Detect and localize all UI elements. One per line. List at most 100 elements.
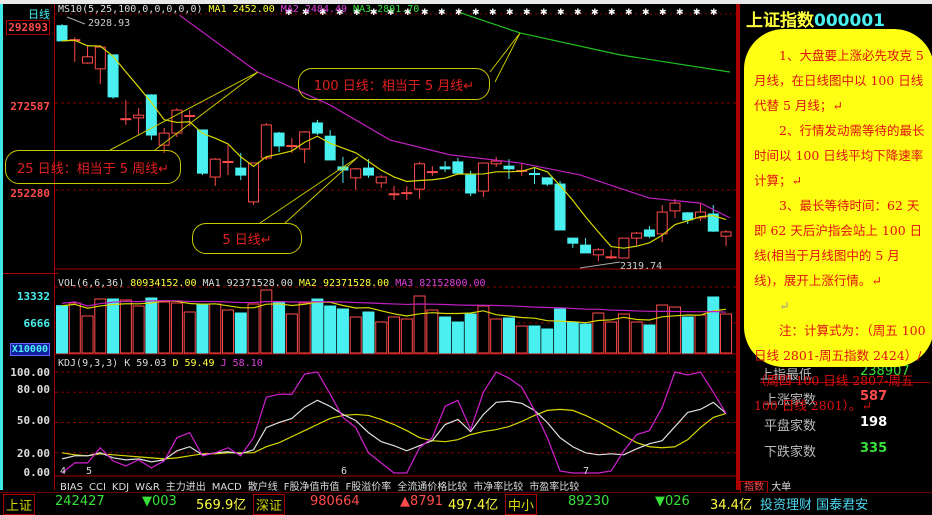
left-axis: 日线 292893 272587 252280 13332 6666 X1000… (0, 4, 58, 490)
kdj-tick: 100.00 (10, 366, 50, 379)
volume-bar-up (68, 302, 81, 354)
volume-bar-up (119, 299, 132, 354)
volume-bar-down (643, 324, 656, 354)
candle-down (324, 135, 336, 161)
volume-bar-up (81, 315, 94, 354)
candle-up (669, 202, 681, 212)
ma2-value: MA2 2484.49 (280, 4, 348, 15)
candle-up (490, 160, 502, 165)
volume-bar-down (196, 303, 209, 354)
candle-down (439, 166, 451, 170)
vol-name: VOL(6,6,36) (58, 278, 125, 289)
vol-unit-label: X10000 (9, 343, 50, 356)
volume-bar-up (477, 305, 490, 354)
header-dot: ✱ (608, 8, 616, 18)
volume-bar-down (311, 298, 324, 354)
header-dot: ✱ (693, 8, 701, 18)
volume-bar-up (222, 309, 235, 354)
volume-bar-down (324, 305, 337, 354)
volume-bar-up (656, 304, 669, 354)
candle-up (477, 162, 489, 192)
price-tick: 252280 (10, 187, 50, 200)
ma3-value: MA3 2801.70 (353, 4, 420, 15)
volume-bar-up (375, 321, 388, 354)
volume-bar-down (566, 321, 579, 354)
vol-value: 80934152.00 (130, 278, 197, 289)
sh-change: ▼003 (142, 494, 177, 509)
header-dot: ✱ (540, 8, 548, 18)
ma-header: MS10(5,25,100,0,0,0,0,0) MA1 2452.00 MA2… (58, 4, 419, 15)
ad-link[interactable]: 投资理财 国泰君安 (760, 494, 868, 513)
callout-pointer (109, 71, 259, 151)
index-code: 000001 (814, 11, 885, 31)
volume-bar-up (617, 313, 630, 354)
candle-up (120, 118, 132, 121)
sz-label[interactable]: 深证 (253, 494, 286, 515)
zx-label[interactable]: 中小 (505, 494, 538, 515)
volume-bar-down (234, 312, 247, 354)
candle-up (631, 232, 643, 239)
candle-up (286, 145, 298, 148)
volume-bar-down (336, 308, 349, 354)
vol-ma1: MA1 92371528.00 (202, 278, 293, 289)
zx-amount: 34.4亿 (710, 498, 752, 513)
ma1-value: MA1 2452.00 (208, 4, 275, 15)
header-dot: ✱ (676, 8, 684, 18)
candle-down (465, 174, 477, 194)
volume-bar-up (426, 309, 439, 354)
candle-up (133, 114, 145, 119)
volume-bar-up (170, 302, 183, 354)
candle-down (554, 183, 566, 231)
note-line: 1、大盘要上涨必先攻克 5 月线，在日线图中以 100 日线代替 5 月线；↵ (754, 48, 924, 113)
sh-label[interactable]: 上证 (3, 494, 36, 515)
volume-bar-up (285, 313, 298, 354)
volume-bar-up (388, 316, 401, 354)
x-label: 7 (583, 466, 590, 477)
kdj-tick: 0.00 (23, 466, 51, 479)
volume-bar-up (298, 302, 311, 354)
volume-bar-up (605, 321, 618, 354)
kdj-header: KDJ(9,3,3) K 59.03 D 59.49 J 58.10 (58, 358, 263, 369)
stat-value: 335 (860, 441, 888, 456)
candle-down (235, 167, 247, 176)
volume-bar-up (158, 301, 171, 354)
volume-bar-down (579, 323, 592, 354)
volume-bar-up (209, 303, 222, 354)
kdj-k: K 59.03 (124, 358, 167, 369)
header-dot: ✱ (591, 8, 599, 18)
sz-change: ▲8791 (400, 494, 444, 509)
callout-pointer (489, 32, 521, 83)
kdj-name: KDJ(9,3,3) (58, 358, 119, 369)
right-panel: 上证指数000001 上指最低 238907 上涨家数 587 平盘家数 198… (738, 4, 932, 494)
volume-bar-up (515, 325, 528, 354)
volume-bar-up (247, 303, 260, 354)
volume-bar-up (349, 316, 362, 354)
callout-100-day: 100 日线：相当于 5 月线↵ (298, 68, 490, 100)
header-dot: ✱ (489, 8, 497, 18)
low-label: 2319.74 (620, 261, 663, 272)
candle-up (248, 162, 260, 203)
x-label: 5 (86, 466, 93, 477)
vol-ma2: MA2 92371528.00 (298, 278, 390, 289)
kdj-d: D 59.49 (172, 358, 215, 369)
kdj-d-line (61, 408, 727, 460)
sz-value: 980664 (310, 494, 360, 509)
vol-ma3: MA3 82152800.00 (395, 278, 486, 289)
kdj-tick: 50.00 (16, 414, 50, 427)
volume-bar-down (439, 316, 452, 354)
ma100-line (179, 14, 731, 219)
candle-down (528, 173, 540, 176)
zx-change: ▼026 (655, 494, 690, 509)
volume-bar-down (273, 301, 286, 354)
candle-down (311, 122, 323, 134)
candle-down (503, 165, 515, 170)
header-dot: ✱ (625, 8, 633, 18)
candle-up (388, 193, 400, 196)
volume-bar-down (362, 311, 375, 354)
volume-bar-down (502, 317, 515, 354)
volume-bar-up (668, 306, 681, 354)
chart-area[interactable]: ✱ ✱ ✱ ✱ ✱ ✱ ✱ ✱ ✱ ✱ ✱ ✱ ✱ ✱ ✱ ✱ ✱ ✱ ✱ ✱ ✱ ✱ ✱ ✱ ✱ ✱ MS10(5,25,100… (5, 4, 738, 490)
price-tick: 292893 (6, 20, 50, 35)
candle-down (362, 167, 374, 176)
candle-down (567, 237, 579, 244)
